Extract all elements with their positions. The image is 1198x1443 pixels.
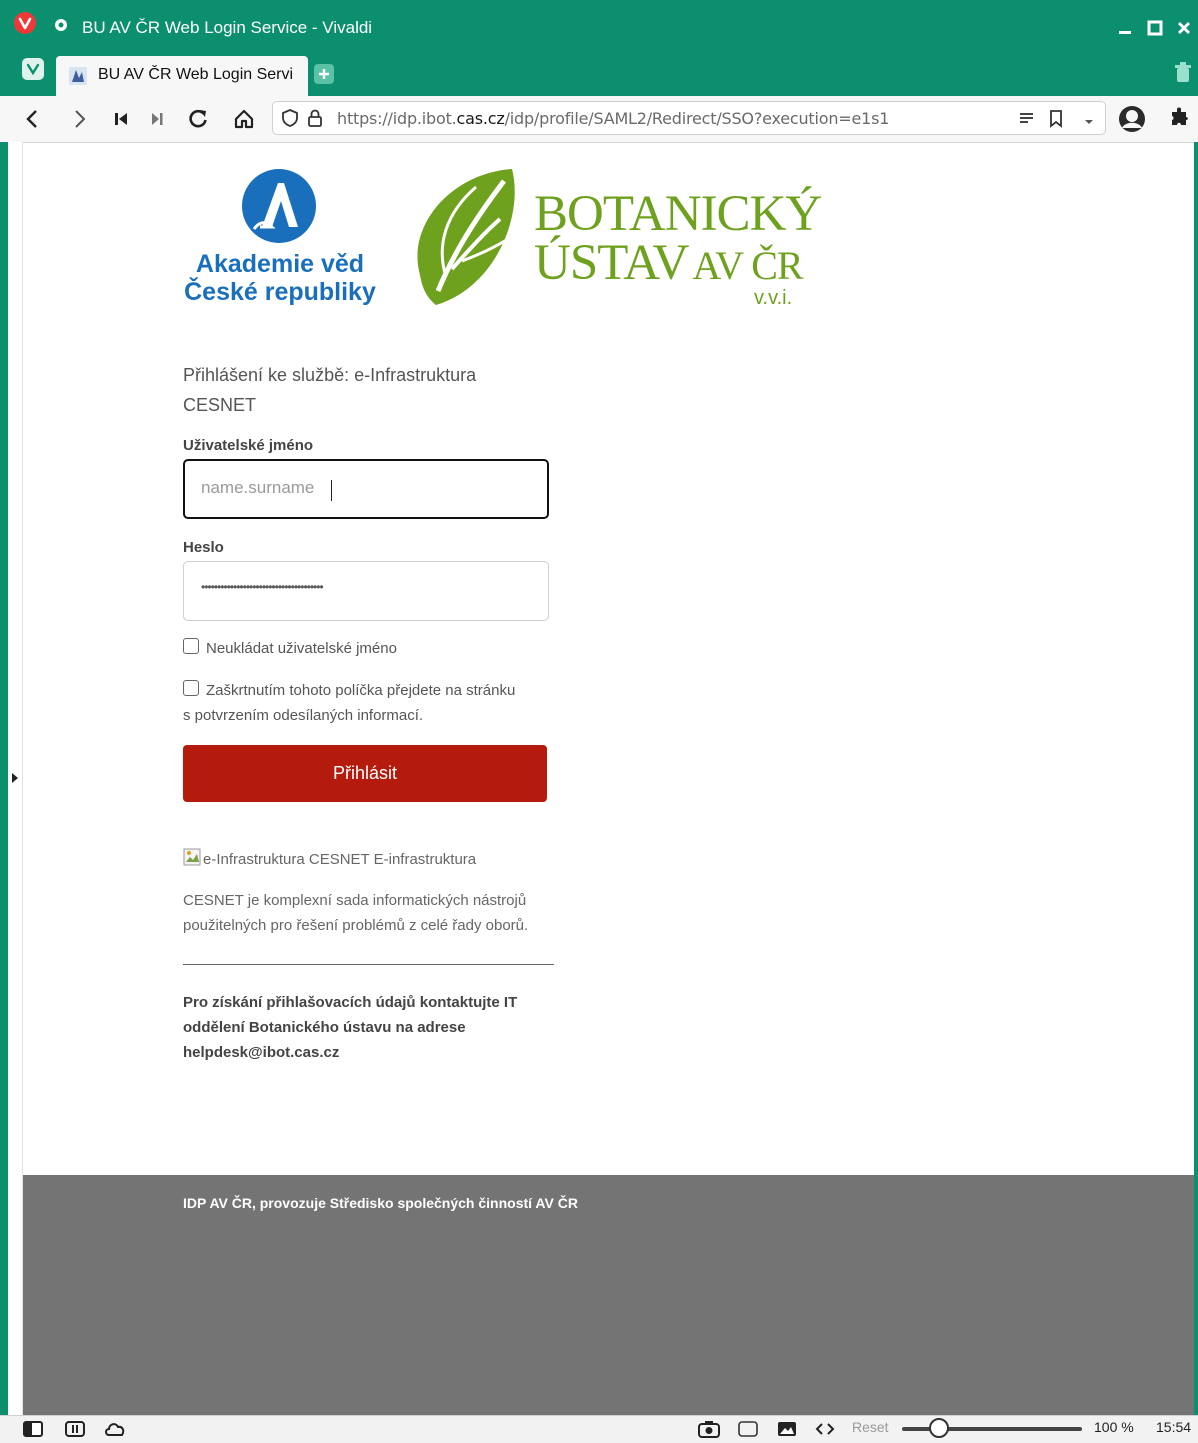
close-icon[interactable] — [1172, 16, 1196, 40]
academy-line-1: Akademie věd — [195, 250, 365, 278]
consent-label[interactable]: Zaškrtnutím tohoto políčka přejdete na s… — [183, 678, 523, 728]
academy-logo-text: Akademie věd České republiky — [180, 250, 380, 306]
username-input[interactable] — [201, 478, 521, 498]
extensions-icon[interactable] — [1168, 106, 1192, 130]
maximize-icon[interactable] — [1143, 16, 1167, 40]
info-divider — [183, 964, 554, 965]
login-button[interactable]: Přihlásit — [183, 745, 547, 802]
botanic-logo-text: BOTANICKÝ ÚSTAV AV ČR — [534, 186, 822, 298]
tab-active[interactable]: BU AV ČR Web Login Servi — [56, 56, 308, 96]
page-tiling-icon[interactable] — [737, 1419, 759, 1439]
url-text[interactable]: https://idp.ibot.cas.cz/idp/profile/SAML… — [337, 109, 889, 128]
tab-tiling-icon[interactable] — [64, 1419, 86, 1439]
academy-line-2: České republiky — [184, 278, 376, 306]
window-menu-icon[interactable] — [52, 16, 70, 34]
window-titlebar[interactable]: BU AV ČR Web Login Service - Vivaldi — [0, 0, 1198, 46]
page-footer: IDP AV ČR, provozuje Středisko společnýc… — [23, 1175, 1194, 1415]
window-title: BU AV ČR Web Login Service - Vivaldi — [82, 18, 373, 37]
contact-info: Pro získání přihlašovacích údajů kontakt… — [183, 994, 518, 1061]
username-field[interactable] — [183, 459, 549, 519]
login-button-label: Přihlásit — [332, 763, 398, 783]
username-label: Uživatelské jméno — [183, 437, 314, 454]
botanic-leaf-emblem — [412, 165, 524, 310]
remember-checkbox[interactable] — [183, 638, 199, 654]
service-prompt: Přihlášení ke službě: e-Infrastruktura C… — [183, 365, 477, 415]
password-label: Heslo — [183, 539, 224, 556]
shield-icon[interactable] — [281, 109, 299, 127]
botanic-av: AV ČR — [692, 243, 803, 288]
academy-emblem — [240, 167, 318, 245]
zoom-level[interactable]: 100 % — [1094, 1419, 1134, 1435]
bookmark-icon[interactable] — [1049, 110, 1063, 128]
images-icon[interactable] — [776, 1419, 798, 1439]
panel-toggle-icon[interactable] — [22, 58, 44, 80]
botanic-line-1: BOTANICKÝ — [534, 186, 822, 242]
zoom-reset-label[interactable]: Reset — [852, 1419, 889, 1435]
panel-expand-icon[interactable] — [12, 770, 18, 783]
botanic-vvi: v.v.i. — [754, 287, 793, 309]
profile-icon[interactable] — [1117, 104, 1147, 134]
side-panel-collapsed[interactable] — [8, 142, 23, 1415]
tab-title: BU AV ČR Web Login Servi — [98, 66, 294, 83]
forward-icon[interactable] — [66, 106, 92, 132]
address-bar[interactable]: https://idp.ibot.cas.cz/idp/profile/SAML… — [272, 101, 1106, 135]
lock-icon[interactable] — [307, 109, 323, 127]
window-right-edge — [1194, 142, 1198, 1415]
rewind-icon[interactable] — [108, 106, 134, 132]
cesnet-image-alt: e-Infrastruktura CESNET E-infrastruktura — [203, 851, 477, 868]
password-mask[interactable]: •••••••••••••••••••••••••••••••••••••• — [201, 580, 501, 594]
window-left-edge — [0, 142, 8, 1415]
new-tab-icon[interactable] — [314, 64, 334, 84]
zoom-slider-thumb[interactable] — [929, 1418, 949, 1438]
footer-text: IDP AV ČR, provozuje Středisko společnýc… — [183, 1195, 578, 1211]
minimize-icon[interactable] — [1113, 16, 1137, 40]
cesnet-description: CESNET je komplexní sada informatických … — [183, 892, 529, 934]
botanic-line-2: ÚSTAV — [534, 235, 689, 291]
chevron-down-icon[interactable] — [1083, 114, 1095, 124]
password-field[interactable]: •••••••••••••••••••••••••••••••••••••• — [183, 561, 549, 621]
capture-icon[interactable] — [698, 1419, 720, 1439]
home-icon[interactable] — [231, 106, 257, 132]
panel-toggle-status-icon[interactable] — [22, 1419, 44, 1439]
text-caret — [331, 480, 332, 501]
cloud-sync-icon[interactable] — [104, 1419, 126, 1439]
remember-label[interactable]: Neukládat uživatelské jméno — [206, 636, 397, 661]
vivaldi-logo-icon[interactable] — [14, 12, 36, 34]
reader-view-icon[interactable] — [1019, 111, 1035, 125]
reload-icon[interactable] — [185, 106, 211, 132]
fast-forward-icon[interactable] — [144, 106, 170, 132]
trash-icon[interactable] — [1174, 62, 1192, 84]
back-icon[interactable] — [20, 106, 46, 132]
broken-image-icon — [183, 848, 205, 868]
page-actions-icon[interactable] — [814, 1419, 836, 1439]
clock: 15:54 — [1156, 1419, 1192, 1435]
site-favicon-icon — [68, 66, 88, 86]
